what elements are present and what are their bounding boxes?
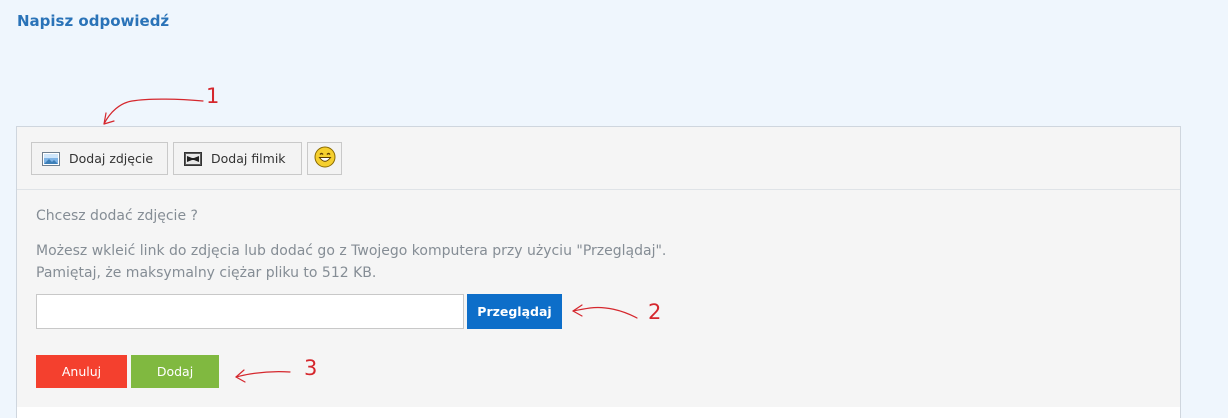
add-button[interactable]: Dodaj: [131, 355, 219, 388]
add-video-label: Dodaj filmik: [211, 151, 286, 166]
emoji-button[interactable]: [307, 142, 342, 175]
photo-question: Chcesz dodać zdjęcie ?: [36, 208, 198, 224]
editor-toolbar: Dodaj zdjęcie Dodaj filmik: [17, 127, 1180, 190]
photo-description: Możesz wkleić link do zdjęcia lub dodać …: [36, 240, 666, 284]
reply-editor: Dodaj zdjęcie Dodaj filmik Chcesz dodać …: [16, 126, 1181, 418]
add-video-button[interactable]: Dodaj filmik: [173, 142, 302, 175]
film-icon: [184, 151, 202, 166]
content-area-bottom: [17, 407, 1180, 418]
add-photo-label: Dodaj zdjęcie: [69, 151, 154, 166]
browse-button[interactable]: Przeglądaj: [467, 294, 562, 329]
add-photo-panel: Chcesz dodać zdjęcie ? Możesz wkleić lin…: [17, 190, 1180, 418]
annotation-marker-1: 1: [206, 84, 220, 108]
image-url-input[interactable]: [36, 294, 464, 329]
page-title: Napisz odpowiedź: [17, 12, 170, 30]
image-icon: [42, 151, 60, 166]
annotation-arrowhead-1: [103, 112, 115, 125]
cancel-button[interactable]: Anuluj: [36, 355, 127, 388]
annotation-marker-3: 3: [304, 356, 318, 380]
annotation-marker-2: 2: [648, 300, 662, 324]
description-line-1: Możesz wkleić link do zdjęcia lub dodać …: [36, 243, 667, 259]
annotation-arrow-1: [103, 98, 204, 125]
smiley-icon: [314, 146, 336, 171]
add-photo-button[interactable]: Dodaj zdjęcie: [31, 142, 168, 175]
description-line-2: Pamiętaj, że maksymalny ciężar pliku to …: [36, 265, 377, 281]
